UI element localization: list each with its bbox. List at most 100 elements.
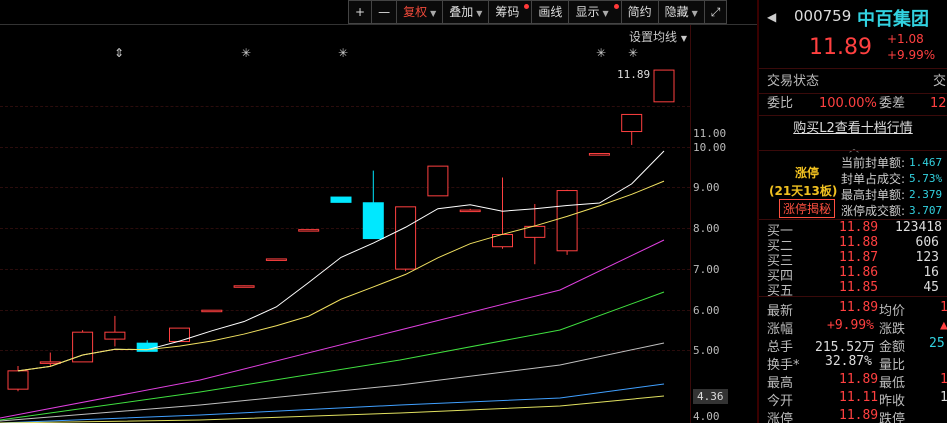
stock-name[interactable]: 中百集团 (857, 5, 929, 31)
detail-label: 金额 (879, 340, 906, 355)
book-volume: 123418 (895, 220, 942, 235)
y-tick-label: 4.00 (693, 410, 720, 423)
trade-status-row: 交易状态 交 (759, 72, 947, 92)
detail-value: 215.52万 (815, 340, 875, 355)
weibi-row: 委比 100.00% 委差 12 (759, 94, 947, 114)
book-price: 11.86 (839, 265, 879, 280)
stock-code: 000759 (794, 7, 852, 25)
candle[interactable] (104, 331, 126, 340)
divider (759, 150, 947, 151)
weicha-value: 12 (930, 96, 947, 111)
book-price: 11.89 (839, 220, 879, 235)
book-row[interactable]: 买二 11.88 606 (759, 235, 947, 254)
y-tick-label: 8.00 (693, 222, 720, 235)
book-row[interactable]: 买四 11.86 16 (759, 265, 947, 284)
buy-l2-link[interactable]: 购买L2查看十档行情 (759, 117, 947, 136)
y-tick-label: 7.00 (693, 263, 720, 276)
limit-up-title: 涨停 (795, 166, 820, 180)
detail-row: 最高 11.89 最低 1 (759, 372, 947, 391)
detail-label: 量比 (879, 358, 906, 373)
candle[interactable] (427, 165, 449, 197)
detail-value: 11.89 (839, 372, 879, 387)
book-volume: 16 (923, 265, 939, 280)
y-tick-label: 5.00 (693, 344, 720, 357)
detail-label: 换手* (767, 358, 800, 373)
kline-chart-area[interactable]: + — 复权 ▼ 叠加 ▼ 筹码 画线 显示 ▼ 简约 隐藏 ▼ ⤢ 设置均线 ▼ ⇕ … (0, 0, 757, 423)
detail-label: 最低 (879, 376, 906, 391)
limit-up-reveal-button[interactable]: 涨停揭秘 (779, 199, 836, 218)
y-axis-line (690, 25, 691, 423)
candle[interactable] (169, 327, 190, 343)
divider (759, 296, 947, 297)
candle[interactable] (653, 69, 675, 103)
divider (759, 115, 947, 116)
candle[interactable] (298, 229, 320, 232)
candle[interactable] (588, 153, 610, 156)
weibi-label: 委比 (767, 96, 794, 111)
stat-value: 1.467 (909, 156, 943, 169)
ma120-line (0, 383, 665, 423)
trade-status-label: 交易状态 (767, 74, 820, 89)
price-change-pct: +9.99% (887, 48, 936, 62)
detail-row: 最新 11.89 均价 1 (759, 300, 947, 319)
y-tick-label: 11.00 (693, 127, 727, 140)
candle[interactable] (362, 202, 384, 240)
book-row[interactable]: 买五 11.85 45 (759, 280, 947, 299)
stat-label: 封单占成交: (841, 172, 906, 186)
candle[interactable] (233, 285, 255, 288)
collapse-up-icon[interactable]: ︿ (849, 140, 859, 155)
book-row[interactable]: 买三 11.87 123 (759, 250, 947, 269)
detail-value: 11.89 (839, 300, 879, 315)
candle[interactable] (330, 196, 352, 203)
book-volume: 123 (915, 250, 939, 265)
detail-value: 1 (940, 300, 947, 315)
quote-panel: ◀ 000759 中百集团 11.89 +1.08 +9.99% 交易状态 交 … (759, 0, 947, 423)
detail-label: 昨收 (879, 394, 906, 409)
candle[interactable] (395, 206, 417, 270)
stat-label: 最高封单额: (841, 188, 906, 202)
detail-label: 跌停 (879, 412, 906, 423)
ma60-line (0, 342, 665, 422)
candle[interactable] (7, 370, 29, 390)
y-tick-label: 9.00 (693, 181, 720, 194)
book-price: 11.87 (839, 250, 879, 265)
y-tick-label: 10.00 (693, 141, 727, 154)
detail-row: 总手 215.52万 金额 25 (759, 336, 947, 355)
weicha-label: 委差 (879, 96, 906, 111)
detail-row: 涨停 11.89 跌停 (759, 408, 947, 423)
book-volume: 45 (923, 280, 939, 295)
book-price: 11.85 (839, 280, 879, 295)
detail-label: 最高 (767, 376, 794, 391)
detail-value: 32.87% (825, 354, 872, 369)
expand-icon[interactable]: ⤢ (703, 0, 728, 24)
stat-label: 当前封单额: (841, 156, 906, 170)
limit-up-streak: (21天13板) (769, 184, 838, 198)
candle[interactable] (201, 309, 223, 313)
back-arrow-icon[interactable]: ◀ (767, 10, 776, 24)
last-price-label: 11.89 (617, 68, 651, 81)
candle[interactable] (621, 113, 643, 133)
detail-label: 涨跌 (879, 322, 906, 337)
candle[interactable] (39, 361, 61, 364)
trade-status-value: 交 (933, 74, 947, 89)
detail-label: 总手 (767, 340, 794, 355)
candle[interactable] (265, 258, 287, 261)
detail-label: 涨停 (767, 412, 794, 423)
detail-label: 涨幅 (767, 322, 794, 337)
book-price: 11.88 (839, 235, 879, 250)
stat-label: 涨停成交额: (841, 204, 906, 218)
weibi-value: 100.00% (819, 96, 877, 111)
detail-label: 均价 (879, 304, 906, 319)
candle[interactable] (556, 190, 578, 252)
detail-value: 11.89 (839, 408, 879, 423)
stat-value: 5.73% (909, 172, 943, 185)
kline-svg (0, 69, 675, 423)
quote-header: ◀ 000759 中百集团 11.89 +1.08 +9.99% (759, 0, 947, 68)
candle[interactable] (459, 209, 481, 213)
chevron-down-icon: ▼ (691, 9, 698, 18)
detail-value: 1 (940, 372, 947, 387)
y-tick-label: 6.00 (693, 304, 720, 317)
book-row[interactable]: 买一 11.89 123418 (759, 220, 947, 239)
ma30-line (0, 291, 665, 421)
detail-label: 最新 (767, 304, 794, 319)
